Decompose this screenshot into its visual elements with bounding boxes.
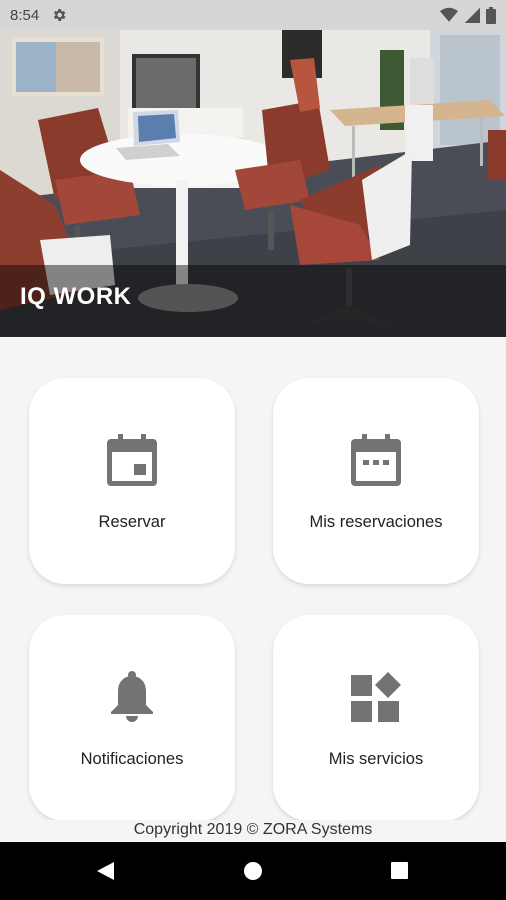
- signal-icon: [464, 7, 480, 23]
- bell-icon: [106, 671, 158, 723]
- back-icon[interactable]: [96, 861, 116, 886]
- reservar-button[interactable]: Reservar: [29, 378, 235, 584]
- notificaciones-button[interactable]: Notificaciones: [29, 615, 235, 821]
- calendar-today-icon: [106, 434, 158, 486]
- wifi-icon: [440, 7, 458, 23]
- hero-banner: IQ WORK: [0, 30, 506, 337]
- settings-icon: [51, 7, 67, 23]
- mis-servicios-label: Mis servicios: [328, 750, 424, 768]
- status-icons: [440, 6, 496, 24]
- status-bar: 8:54: [0, 0, 506, 30]
- copyright-text: Copyright 2019 © ZORA Systems: [0, 820, 506, 842]
- mis-reservaciones-button[interactable]: Mis reservaciones: [273, 378, 479, 584]
- mis-reservaciones-label: Mis reservaciones: [309, 513, 443, 531]
- reservar-label: Reservar: [98, 513, 166, 531]
- battery-icon: [486, 6, 496, 24]
- hero-title: IQ WORK: [20, 283, 132, 310]
- calendar-dots-icon: [350, 434, 402, 486]
- notificaciones-label: Notificaciones: [80, 750, 184, 768]
- status-time: 8:54: [10, 6, 40, 24]
- navigation-bar: [0, 842, 506, 900]
- home-icon[interactable]: [243, 861, 263, 886]
- widgets-icon: [350, 671, 402, 723]
- recents-icon[interactable]: [390, 861, 410, 886]
- mis-servicios-button[interactable]: Mis servicios: [273, 615, 479, 821]
